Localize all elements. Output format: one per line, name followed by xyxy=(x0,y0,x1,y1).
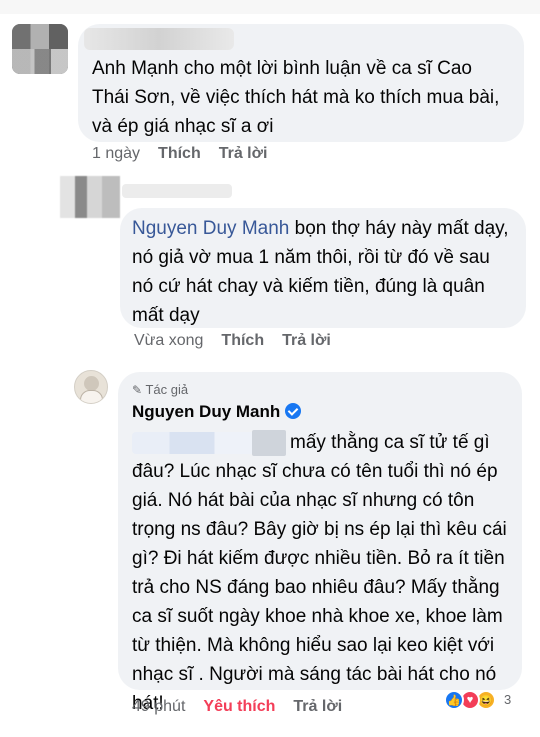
comment-bubble: Anh Mạnh cho một lời bình luận về ca sĩ … xyxy=(78,24,524,142)
love-reaction-button[interactable]: Yêu thích xyxy=(203,698,275,716)
reply-text-wrap: Nguyen Duy Manh bọn thợ háy này mất dạy,… xyxy=(132,214,512,330)
reply-button[interactable]: Trả lời xyxy=(293,698,342,716)
commenter-name-blurred xyxy=(84,28,234,50)
reply-button[interactable]: Trả lời xyxy=(282,332,331,350)
comment-text: Anh Mạnh cho một lời bình luận về ca sĩ … xyxy=(92,58,500,137)
reaction-count: 3 xyxy=(504,692,512,707)
person-avatar-body xyxy=(80,390,103,403)
reply-bubble: Nguyen Duy Manh bọn thợ háy này mất dạy,… xyxy=(120,186,526,328)
like-reaction-icon: 👍 xyxy=(444,690,464,710)
author-name-row: Nguyen Duy Manh xyxy=(132,402,302,422)
tagged-user-link[interactable]: Nguyen Duy Manh xyxy=(132,218,289,239)
like-button[interactable]: Thích xyxy=(221,332,264,350)
author-badge-label: Tác giả xyxy=(145,382,189,397)
comment-actions: 1 ngày Thích Trả lời xyxy=(92,145,267,163)
like-button[interactable]: Thích xyxy=(158,145,201,163)
author-name[interactable]: Nguyen Duy Manh xyxy=(132,402,280,421)
author-reply-bubble: ✎ Tác giả Nguyen Duy Manh mấy thằng ca s… xyxy=(118,372,522,714)
reply-time[interactable]: Vừa xong xyxy=(134,332,203,350)
comment-time[interactable]: 1 ngày xyxy=(92,145,140,163)
author-reply-actions: 49 phút Yêu thích Trả lời xyxy=(132,698,342,716)
commenter-avatar[interactable] xyxy=(12,24,68,74)
pixelated-avatar-image-overlay xyxy=(12,49,68,74)
author-avatar[interactable] xyxy=(74,370,108,404)
reply-commenter-avatar[interactable] xyxy=(60,176,120,218)
top-strip xyxy=(0,0,540,14)
reply-button[interactable]: Trả lời xyxy=(219,145,268,163)
author-reply-text: mấy thằng ca sĩ tử tế gì đâu? Lúc nhạc s… xyxy=(132,432,507,714)
person-avatar-image xyxy=(84,376,99,391)
pen-icon: ✎ xyxy=(132,383,143,397)
author-badge: ✎ Tác giả xyxy=(132,382,188,397)
reply-actions: Vừa xong Thích Trả lời xyxy=(134,332,331,350)
author-reply-time[interactable]: 49 phút xyxy=(132,698,185,716)
reactions-summary[interactable]: 👍 ♥ 😆 3 xyxy=(444,688,534,712)
verified-badge-icon xyxy=(285,403,302,419)
